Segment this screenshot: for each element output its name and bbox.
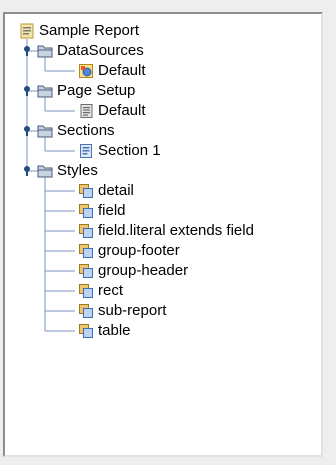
tree-node-label: group-footer bbox=[98, 242, 180, 259]
expand-toggle-icon[interactable] bbox=[24, 46, 30, 56]
style-icon bbox=[79, 224, 93, 238]
style-icon bbox=[79, 264, 93, 278]
tree-node-label: rect bbox=[98, 282, 124, 299]
tree-node-label: Styles bbox=[57, 162, 98, 179]
tree-node-label: field bbox=[98, 202, 126, 219]
tree-node-label: DataSources bbox=[57, 42, 144, 59]
tree-node-label: Default bbox=[98, 62, 146, 79]
style-icon bbox=[79, 284, 93, 298]
tree-node-label: Page Setup bbox=[57, 82, 136, 99]
report-icon bbox=[20, 23, 34, 39]
style-icon bbox=[79, 204, 93, 218]
datasource-icon bbox=[79, 64, 93, 78]
style-icon bbox=[79, 244, 93, 258]
page-icon bbox=[80, 104, 93, 118]
tree-node-label: sub-report bbox=[98, 302, 167, 319]
style-icon bbox=[79, 184, 93, 198]
tree-node-label: field.literal extends field bbox=[98, 222, 254, 239]
folder-icon bbox=[37, 45, 53, 58]
style-icon bbox=[79, 304, 93, 318]
section-icon bbox=[80, 144, 92, 158]
expand-toggle-icon[interactable] bbox=[24, 166, 30, 176]
style-icon bbox=[79, 324, 93, 338]
folder-icon bbox=[37, 85, 53, 98]
expand-toggle-icon[interactable] bbox=[24, 86, 30, 96]
report-tree-panel[interactable]: Sample Report DataSources Default Page S… bbox=[3, 12, 323, 457]
folder-icon bbox=[37, 165, 53, 178]
folder-icon bbox=[37, 125, 53, 138]
tree-node-label: Sample Report bbox=[39, 22, 140, 39]
tree-node-label: table bbox=[98, 322, 131, 339]
tree-node-label: Default bbox=[98, 102, 146, 119]
tree-node-label: detail bbox=[98, 182, 134, 199]
tree-node-label: Sections bbox=[57, 122, 115, 139]
tree-node-label: group-header bbox=[98, 262, 189, 279]
expand-toggle-icon[interactable] bbox=[24, 126, 30, 136]
tree-node-label: Section 1 bbox=[98, 142, 161, 159]
